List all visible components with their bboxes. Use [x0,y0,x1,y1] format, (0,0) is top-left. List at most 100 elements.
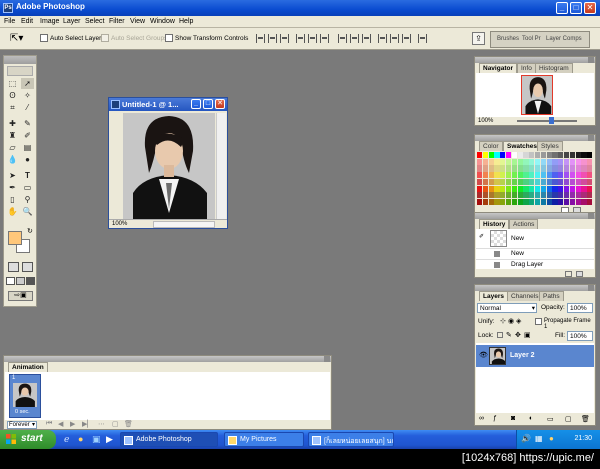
lasso-tool-icon[interactable]: ʘ [6,90,19,101]
adjustment-layer-icon[interactable]: ◐ [529,415,533,422]
color-swatch[interactable] [511,165,518,172]
color-swatch[interactable] [529,172,535,179]
color-swatch[interactable] [494,198,500,206]
lock-transparency-icon[interactable] [497,332,503,338]
color-swatch[interactable] [506,158,512,165]
blur-tool-icon[interactable]: 💧 [6,154,19,165]
color-swatch[interactable] [494,192,500,199]
delete-frame-icon[interactable]: 🗑 [124,420,133,428]
color-swatch[interactable] [546,198,552,206]
palette-well-tab-layer-comps[interactable]: Layer Comps [546,36,582,42]
navigator-preview-area[interactable] [476,73,594,117]
marquee-tool-icon[interactable]: ⬚ [6,78,19,89]
color-swatch[interactable] [581,198,587,206]
color-swatch[interactable] [482,172,489,179]
color-swatch[interactable] [482,198,489,206]
color-swatch[interactable] [581,178,587,185]
color-swatch[interactable] [523,178,529,185]
palette-well-tab-tool-presets[interactable]: Tool Pr [522,36,541,42]
color-swatch[interactable] [506,178,512,185]
play-icon[interactable]: ▶ [70,420,75,428]
zoom-tool-icon[interactable]: 🔍 [21,206,34,217]
color-swatch[interactable] [517,178,523,185]
color-swatch[interactable] [517,198,523,206]
lock-all-icon[interactable]: ▣ [524,331,531,339]
document-title-bar[interactable]: Untitled-1 @ 1... _ □ ✕ [109,98,227,111]
layers-close-icon[interactable] [588,285,594,291]
color-swatch[interactable] [540,158,547,165]
distribute-bottom-icon[interactable] [362,34,371,43]
new-layer-icon[interactable]: ▢ [565,415,572,423]
volume-icon[interactable]: 🔊 [521,434,531,443]
document-close-button[interactable]: ✕ [215,99,225,109]
distribute-top-icon[interactable] [338,34,347,43]
color-swatch[interactable] [587,192,593,199]
first-frame-icon[interactable]: ⏮ [46,420,52,428]
color-swatch[interactable] [500,172,506,179]
color-swatch[interactable] [569,152,576,159]
maximize-button[interactable]: □ [570,2,582,14]
align-vcenter-icon[interactable] [268,34,277,43]
menu-window[interactable]: Window [150,18,175,25]
color-swatch[interactable] [517,185,523,192]
auto-align-icon[interactable] [418,34,427,43]
ie-quicklaunch-icon[interactable]: ℯ [64,434,69,445]
color-swatch[interactable] [506,192,512,199]
document-canvas[interactable] [123,113,215,219]
color-swatch[interactable] [535,172,541,179]
color-swatch[interactable] [482,165,489,172]
color-swatch[interactable] [581,165,587,172]
color-swatch[interactable] [575,165,581,172]
color-swatch[interactable] [511,192,518,199]
screen-mode-standard-icon[interactable] [6,277,15,285]
color-swatch[interactable] [488,152,494,159]
color-swatch[interactable] [500,158,506,165]
color-swatch[interactable] [558,152,564,159]
color-swatch[interactable] [535,178,541,185]
hand-tool-icon[interactable]: ✋ [6,206,19,217]
color-swatch[interactable] [500,192,506,199]
gradient-tool-icon[interactable]: ▤ [21,142,34,153]
color-swatch[interactable] [529,165,535,172]
color-swatch[interactable] [575,178,581,185]
navigator-zoom-slider[interactable] [517,120,577,122]
color-swatch[interactable] [494,178,500,185]
color-swatch[interactable] [523,152,529,159]
color-swatch[interactable] [511,178,518,185]
media-quicklaunch-icon[interactable]: ▶ [106,434,113,445]
propagate-frame-checkbox[interactable] [535,318,542,325]
brush-tool-icon[interactable]: ✎ [21,118,34,129]
color-swatch[interactable] [587,198,593,206]
color-swatch[interactable] [517,172,523,179]
animation-palette-header[interactable] [4,356,331,362]
foreground-color-swatch[interactable] [8,231,22,245]
color-swatch[interactable] [558,192,564,199]
slice-tool-icon[interactable]: ⁄ [21,102,34,113]
color-swatch[interactable] [506,172,512,179]
align-hcenter-icon[interactable] [308,34,317,43]
pen-tool-icon[interactable]: ✒ [6,182,19,193]
color-swatch[interactable] [511,172,518,179]
swatch-grid[interactable] [477,152,593,206]
color-swatch[interactable] [581,152,587,159]
tween-icon[interactable]: ⋯ [98,420,105,428]
tab-history[interactable]: History [479,219,510,229]
color-swatch[interactable] [488,198,494,206]
healing-brush-tool-icon[interactable]: ✚ [6,118,19,129]
color-swatch[interactable] [500,198,506,206]
lock-position-icon[interactable]: ✥ [515,331,521,339]
menu-layer[interactable]: Layer [63,18,81,25]
color-swatch[interactable] [529,152,535,159]
color-swatch[interactable] [494,165,500,172]
color-swatch[interactable] [488,172,494,179]
document-horizontal-scrollbar[interactable] [153,221,215,228]
color-swatch[interactable] [488,178,494,185]
color-swatch[interactable] [517,165,523,172]
color-swatch[interactable] [575,172,581,179]
auto-select-groups-checkbox[interactable] [101,34,109,42]
color-swatch[interactable] [558,178,564,185]
app-title-bar[interactable]: Ps Adobe Photoshop _ □ ✕ [0,0,600,16]
color-swatch[interactable] [477,192,483,199]
color-swatch[interactable] [558,172,564,179]
document-maximize-button[interactable]: □ [203,99,213,109]
